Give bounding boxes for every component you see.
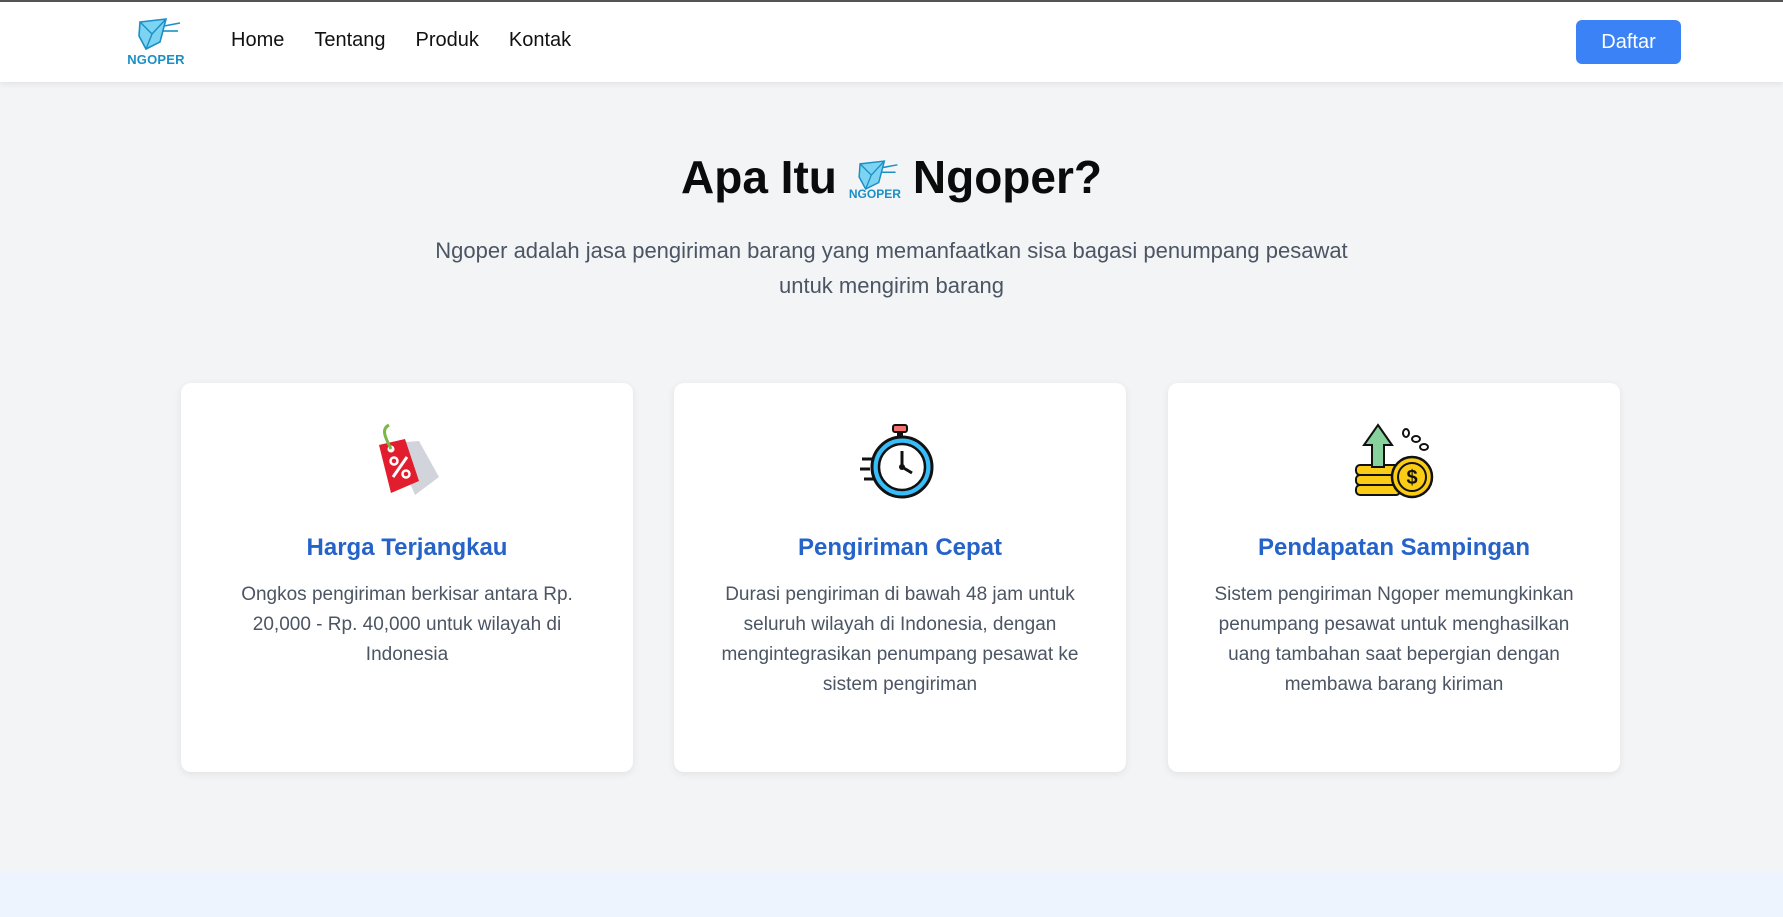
feature-title: Harga Terjangkau xyxy=(306,534,508,561)
feature-text: Durasi pengiriman di bawah 48 jam untuk … xyxy=(721,584,1079,695)
feature-text: Ongkos pengiriman berkisar antara Rp. 20… xyxy=(241,584,573,665)
money-growth-icon: $ xyxy=(1355,423,1434,499)
nav-link-kontak[interactable]: Kontak xyxy=(509,29,571,52)
feature-title: Pengiriman Cepat xyxy=(797,534,1003,561)
nav-link-produk[interactable]: Produk xyxy=(416,29,479,52)
inline-ngoper-logo: NGOPER xyxy=(847,151,903,203)
feature-card-pengiriman: Pengiriman Cepat Durasi pengiriman di ba… xyxy=(674,383,1126,772)
title-prefix: Apa Itu xyxy=(681,151,837,203)
feature-title: Pendapatan Sampingan xyxy=(1257,534,1531,561)
paper-plane-icon xyxy=(138,18,181,51)
section-description: Ngoper adalah jasa pengiriman barang yan… xyxy=(435,238,1348,298)
svg-text:$: $ xyxy=(1406,467,1417,489)
logo-wordmark: NGOPER xyxy=(127,52,185,67)
main-nav: Home Tentang Produk Kontak xyxy=(231,29,571,52)
nav-link-tentang[interactable]: Tentang xyxy=(314,29,385,52)
next-section-band xyxy=(0,871,1783,917)
nav-link-home[interactable]: Home xyxy=(231,29,284,52)
discount-tag-icon xyxy=(379,423,439,495)
ngoper-logo[interactable]: NGOPER xyxy=(126,16,186,68)
top-border xyxy=(0,0,1783,2)
inline-logo-wordmark: NGOPER xyxy=(848,186,901,201)
feature-card-pendapatan: $ Pendapatan Sampingan Sistem pengiriman… xyxy=(1168,383,1620,772)
stopwatch-icon xyxy=(860,424,934,499)
feature-text: Sistem pengiriman Ngoper memungkinkan pe… xyxy=(1214,584,1574,695)
title-suffix: Ngoper? xyxy=(912,151,1102,203)
daftar-button[interactable]: Daftar xyxy=(1576,20,1681,64)
section-title: Apa Itu NGOPER Ngoper? xyxy=(0,150,1783,207)
navbar: NGOPER Home Tentang Produk Kontak Daftar xyxy=(0,0,1783,82)
feature-card-harga: Harga Terjangkau Ongkos pengiriman berki… xyxy=(181,383,633,772)
